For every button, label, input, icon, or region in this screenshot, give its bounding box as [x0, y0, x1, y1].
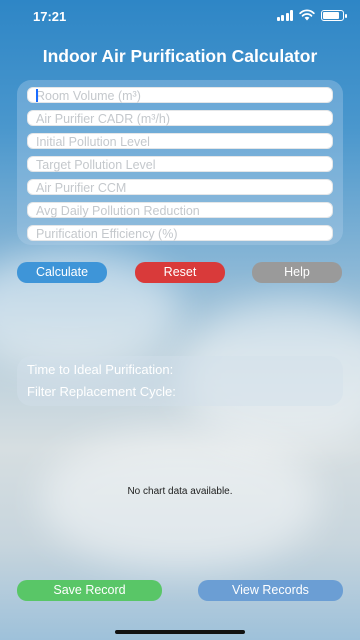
room-volume-placeholder: Room Volume (m³) — [36, 89, 141, 103]
signal-icon — [276, 9, 293, 21]
time-to-purification-label: Time to Ideal Purification: — [27, 362, 174, 377]
target-pollution-field[interactable]: Target Pollution Level — [27, 156, 333, 172]
cadr-field[interactable]: Air Purifier CADR (m³/h) — [27, 110, 333, 126]
ccm-placeholder: Air Purifier CCM — [36, 181, 127, 195]
efficiency-placeholder: Purification Efficiency (%) — [36, 227, 178, 241]
home-indicator[interactable] — [115, 630, 245, 634]
page-title: Indoor Air Purification Calculator — [42, 46, 318, 66]
ccm-field[interactable]: Air Purifier CCM — [27, 179, 333, 195]
reset-button[interactable]: Reset — [135, 262, 225, 283]
daily-reduction-placeholder: Avg Daily Pollution Reduction — [36, 204, 200, 218]
text-cursor — [36, 89, 38, 102]
efficiency-field[interactable]: Purification Efficiency (%) — [27, 225, 333, 241]
initial-pollution-field[interactable]: Initial Pollution Level — [27, 133, 333, 149]
battery-icon — [321, 9, 347, 21]
cadr-placeholder: Air Purifier CADR (m³/h) — [36, 112, 171, 126]
status-time: 17:21 — [33, 9, 67, 24]
status-bar: 17:21 — [0, 0, 360, 34]
room-volume-field[interactable]: Room Volume (m³) — [27, 87, 333, 103]
wifi-icon — [299, 9, 315, 21]
view-records-button[interactable]: View Records — [198, 580, 343, 601]
chart-empty-message: No chart data available. — [127, 486, 233, 497]
filter-replacement-label: Filter Replacement Cycle: — [27, 384, 176, 399]
calculate-button[interactable]: Calculate — [17, 262, 107, 283]
daily-reduction-field[interactable]: Avg Daily Pollution Reduction — [27, 202, 333, 218]
target-pollution-placeholder: Target Pollution Level — [36, 158, 156, 172]
status-icons — [276, 9, 347, 21]
save-record-button[interactable]: Save Record — [17, 580, 162, 601]
initial-pollution-placeholder: Initial Pollution Level — [36, 135, 150, 149]
help-button[interactable]: Help — [252, 262, 342, 283]
